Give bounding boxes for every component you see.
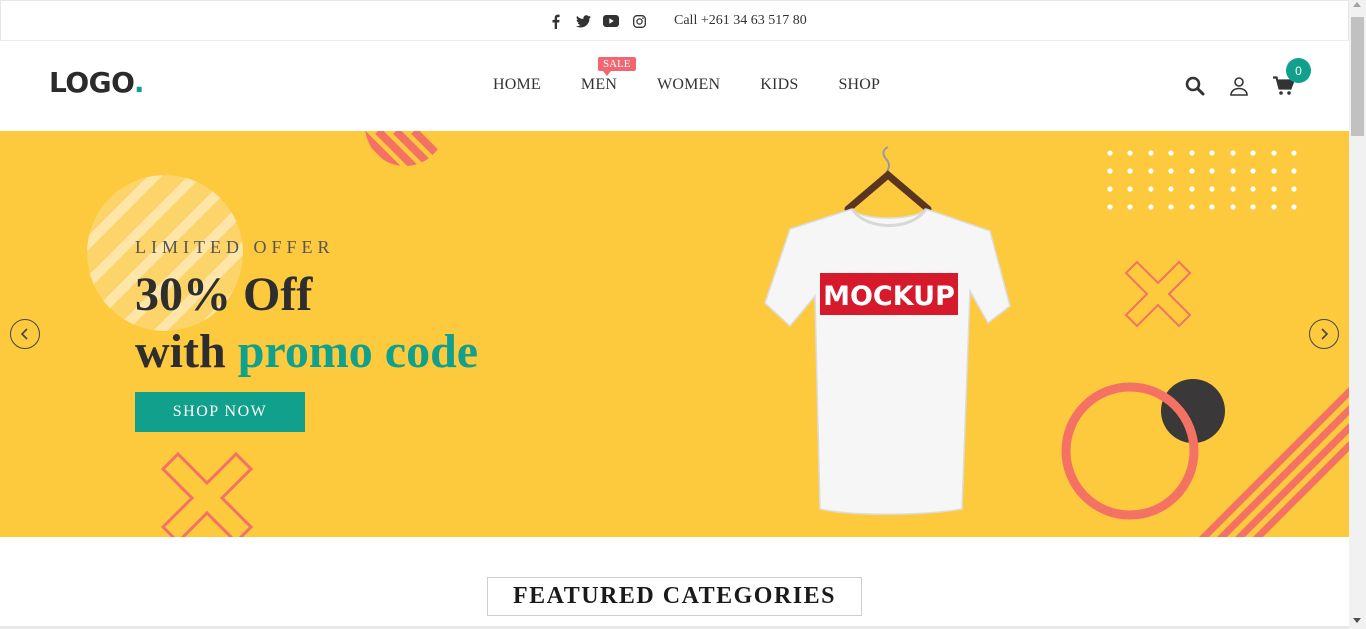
hero-headline-line2: with promo code bbox=[135, 324, 478, 379]
phone-number: Call +261 34 63 517 80 bbox=[674, 13, 807, 28]
hero-kicker: LIMITED OFFER bbox=[135, 237, 335, 257]
headline-prefix: with bbox=[135, 325, 238, 378]
chevron-left-icon bbox=[20, 328, 28, 340]
twitter-icon[interactable] bbox=[569, 12, 597, 30]
dot-grid-shape bbox=[1107, 150, 1297, 210]
slider-next-button[interactable] bbox=[1309, 319, 1339, 349]
hero-slider: MOCKUP LIMITED OFFER 30% Off with promo … bbox=[0, 131, 1349, 537]
scroll-down-icon[interactable] bbox=[1353, 618, 1361, 623]
user-icon[interactable] bbox=[1229, 74, 1273, 98]
x-shape-left bbox=[160, 451, 254, 537]
youtube-icon[interactable] bbox=[597, 12, 625, 30]
scroll-thumb[interactable] bbox=[1351, 17, 1364, 136]
shop-now-button[interactable]: SHOP NOW bbox=[135, 392, 305, 432]
logo-dot: . bbox=[133, 66, 145, 99]
chevron-right-icon bbox=[1321, 328, 1329, 340]
cart-count-badge: 0 bbox=[1286, 58, 1311, 83]
facebook-icon[interactable] bbox=[541, 12, 569, 30]
logo-text: LOGO bbox=[49, 66, 134, 99]
top-bar: Call +261 34 63 517 80 bbox=[0, 0, 1349, 41]
headline-accent: promo code bbox=[237, 325, 479, 378]
search-icon[interactable] bbox=[1185, 74, 1229, 98]
instagram-icon[interactable] bbox=[625, 12, 653, 30]
social-links bbox=[541, 12, 653, 30]
nav-kids[interactable]: KIDS bbox=[760, 76, 798, 94]
main-nav: HOME MEN WOMEN KIDS SHOP bbox=[493, 76, 920, 94]
nav-men[interactable]: MEN bbox=[581, 76, 617, 94]
featured-categories-title: FEATURED CATEGORIES bbox=[487, 577, 862, 616]
tshirt-image bbox=[764, 146, 1011, 515]
scroll-up-icon[interactable] bbox=[1353, 2, 1361, 7]
sale-badge: SALE bbox=[598, 57, 636, 76]
nav-shop[interactable]: SHOP bbox=[838, 76, 880, 94]
main-header: LOGO. HOME MEN WOMEN KIDS SHOP SALE bbox=[0, 41, 1349, 131]
x-shape-right bbox=[1124, 260, 1192, 328]
hero-headline-line1: 30% Off bbox=[135, 268, 313, 321]
tshirt-print-text: MOCKUP bbox=[823, 281, 955, 312]
ring-shape bbox=[1061, 382, 1199, 520]
page-scrollbar[interactable] bbox=[1349, 0, 1366, 629]
nav-women[interactable]: WOMEN bbox=[657, 76, 720, 94]
site-logo[interactable]: LOGO. bbox=[49, 66, 144, 99]
nav-home[interactable]: HOME bbox=[493, 76, 541, 94]
slider-prev-button[interactable] bbox=[10, 319, 40, 349]
